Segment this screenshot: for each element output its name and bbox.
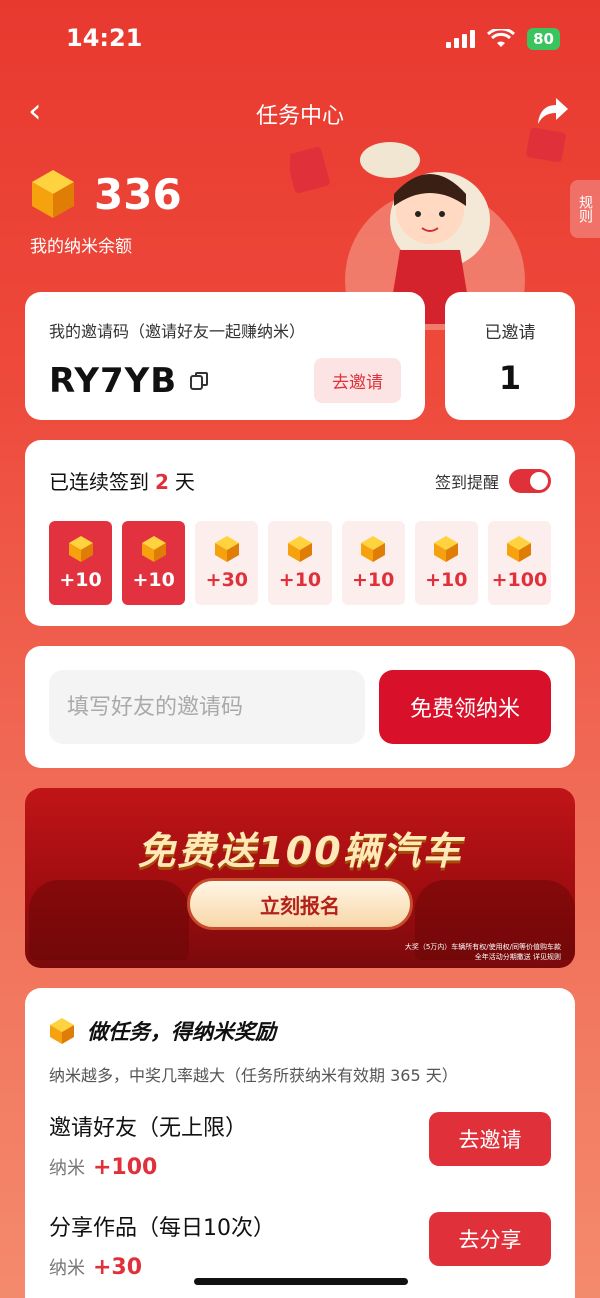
friend-code-input[interactable]: [49, 670, 365, 744]
task-row: 分享作品（每日10次） 纳米 +30 去分享: [49, 1210, 551, 1280]
balance-section: 336 我的纳米余额: [30, 168, 182, 258]
status-icons: 80: [446, 28, 560, 50]
checkin-days: 2: [155, 470, 169, 494]
task-reward-amount: +100: [93, 1155, 158, 1180]
wifi-icon: [487, 29, 516, 47]
invited-label: 已邀请: [484, 323, 536, 343]
nano-cube-icon: [50, 1018, 74, 1044]
checkin-suffix: 天: [174, 470, 195, 494]
banner-fine-print: 大奖（5万内）车辆所有权/使用权/同等价值购车款 全年活动分期撒送 详见规则: [391, 942, 561, 962]
checkin-prefix: 已连续签到: [49, 470, 149, 494]
task-name: 分享作品（每日10次）: [49, 1216, 275, 1241]
task-reward-unit: 纳米: [49, 1258, 85, 1279]
task-reward-unit: 纳米: [49, 1158, 85, 1179]
nano-cube-icon: [507, 536, 532, 562]
task-list: 邀请好友（无上限） 纳米 +100 去邀请分享作品（每日10次） 纳米 +30 去分享: [49, 1110, 551, 1280]
invited-count: 1: [498, 359, 522, 397]
checkin-card: 已连续签到 2 天 签到提醒 +10 +10 +30 +10 +10 +10 +100: [25, 440, 575, 626]
checkin-day-amount: +10: [425, 569, 468, 591]
checkin-day: +10: [122, 521, 186, 605]
checkin-day-amount: +10: [278, 569, 322, 591]
checkin-day-amount: +100: [491, 569, 548, 591]
checkin-day: +10: [268, 521, 332, 605]
checkin-day-amount: +10: [351, 569, 395, 591]
checkin-day: +10: [341, 521, 405, 605]
task-reward: 纳米 +100: [49, 1154, 429, 1180]
balance-value: 336: [94, 169, 182, 219]
status-bar: 14:21 80: [0, 0, 600, 80]
signal-icon: [446, 30, 476, 48]
invite-code-card: 我的邀请码（邀请好友一起赚纳米） RY7YB 去邀请: [25, 292, 425, 420]
task-card: 做任务，得纳米奖励 纳米越多，中奖几率越大（任务所获纳米有效期 365 天） 邀…: [25, 988, 575, 1298]
nano-cube-icon: [68, 536, 93, 562]
checkin-day: +10: [49, 521, 113, 605]
checkin-day: +10: [414, 521, 478, 605]
invite-code-label: 我的邀请码（邀请好友一起赚纳米）: [49, 322, 306, 341]
reminder-label: 签到提醒: [434, 472, 499, 492]
nano-cube-icon: [32, 170, 74, 218]
nano-cube-icon: [434, 536, 459, 562]
signup-button[interactable]: 立刻报名: [187, 878, 413, 930]
nano-cube-icon: [141, 536, 166, 562]
banner-title: 免费送100辆汽车: [137, 829, 463, 873]
invite-code: RY7YB: [49, 360, 178, 401]
invite-button[interactable]: 去邀请: [314, 358, 401, 403]
checkin-day-amount: +30: [205, 569, 249, 591]
task-reward: 纳米 +30: [49, 1254, 429, 1280]
reminder-toggle[interactable]: [509, 468, 551, 493]
rules-tab[interactable]: 规则: [570, 180, 600, 238]
nano-cube-icon: [214, 536, 239, 562]
task-row: 邀请好友（无上限） 纳米 +100 去邀请: [49, 1110, 551, 1180]
checkin-day: +100: [487, 521, 551, 605]
task-action-button[interactable]: 去分享: [429, 1212, 551, 1266]
banner-fine-print-2: 全年活动分期撒送 详见规则: [474, 953, 561, 961]
task-subtitle: 纳米越多，中奖几率越大（任务所获纳米有效期 365 天）: [49, 1066, 458, 1085]
status-time: 14:21: [66, 24, 143, 52]
battery-icon: 80: [527, 28, 560, 50]
balance-label: 我的纳米余额: [30, 237, 132, 257]
checkin-days-list: +10 +10 +30 +10 +10 +10 +100: [49, 521, 551, 605]
checkin-day-amount: +10: [132, 569, 175, 591]
car-silhouette: [29, 880, 189, 960]
nano-cube-icon: [287, 536, 312, 562]
task-reward-amount: +30: [93, 1255, 143, 1280]
task-action-button[interactable]: 去邀请: [429, 1112, 551, 1166]
claim-nano-button[interactable]: 免费领纳米: [379, 670, 551, 744]
nano-cube-icon: [361, 536, 386, 562]
checkin-day-amount: +10: [59, 569, 102, 591]
car-giveaway-banner[interactable]: 免费送100辆汽车 立刻报名 大奖（5万内）车辆所有权/使用权/同等价值购车款 …: [25, 788, 575, 968]
banner-fine-print-1: 大奖（5万内）车辆所有权/使用权/同等价值购车款: [404, 943, 561, 951]
copy-icon[interactable]: [189, 371, 209, 391]
task-name: 邀请好友（无上限）: [49, 1116, 248, 1141]
friend-code-card: 免费领纳米: [25, 646, 575, 768]
invited-count-card: 已邀请 1: [445, 292, 575, 420]
home-indicator: [194, 1278, 408, 1285]
task-title: 做任务，得纳米奖励: [87, 1020, 276, 1044]
checkin-streak: 已连续签到 2 天: [49, 466, 195, 495]
checkin-day: +30: [195, 521, 259, 605]
